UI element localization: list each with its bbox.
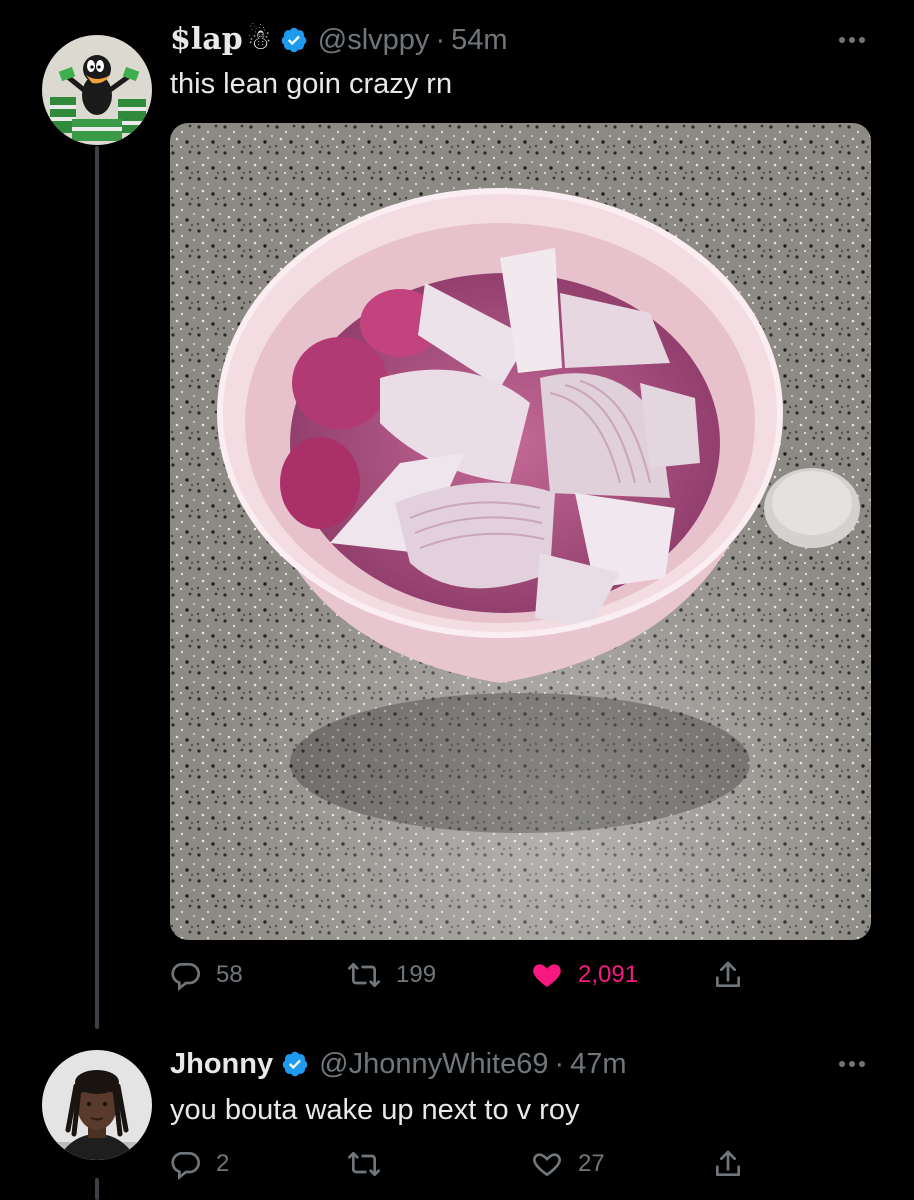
user-handle[interactable]: @slvppy xyxy=(318,22,430,58)
user-handle[interactable]: @JhonnyWhite69 xyxy=(319,1046,548,1082)
retweet-icon xyxy=(348,1152,380,1176)
person-avatar[interactable] xyxy=(42,1050,152,1160)
like-count: 27 xyxy=(578,1150,605,1177)
tweet-header: $lap ☃ @slvppy · 54m xyxy=(170,22,508,58)
reply-count: 58 xyxy=(216,961,243,988)
snowman-emoji: ☃ xyxy=(246,23,272,56)
share-icon[interactable] xyxy=(712,1147,744,1181)
bowl-of-onions-photo[interactable] xyxy=(170,123,871,940)
tweet-text: this lean goin crazy rn xyxy=(170,68,453,100)
retweet-count: 199 xyxy=(396,961,437,988)
share-icon[interactable] xyxy=(712,958,744,992)
display-name[interactable]: Jhonny xyxy=(170,1046,273,1082)
verified-badge-icon xyxy=(281,27,307,53)
cartoon-duck-avatar[interactable] xyxy=(42,35,152,145)
reply-icon xyxy=(171,1152,200,1180)
like-count: 2,091 xyxy=(578,961,639,988)
reply-action[interactable]: 2 xyxy=(170,1148,229,1180)
heart-outline-icon xyxy=(533,1153,561,1177)
thread-line xyxy=(95,146,99,1029)
tweet-header: Jhonny @JhonnyWhite69 · 47m xyxy=(170,1046,627,1082)
thread-line-continue xyxy=(95,1178,99,1200)
reply-action[interactable]: 58 xyxy=(170,959,243,991)
separator-dot: · xyxy=(554,1048,565,1080)
more-options-icon[interactable] xyxy=(834,30,870,50)
reply-count: 2 xyxy=(216,1150,230,1177)
more-options-icon[interactable] xyxy=(834,1054,870,1074)
retweet-action[interactable]: 199 xyxy=(346,959,436,991)
tweet-text: you bouta wake up next to v roy xyxy=(170,1094,580,1126)
verified-badge-icon xyxy=(282,1051,308,1077)
reply-icon xyxy=(171,963,200,991)
separator-dot: · xyxy=(435,24,446,56)
retweet-action[interactable] xyxy=(346,1148,396,1180)
display-name[interactable]: $lap xyxy=(170,22,243,58)
heart-filled-icon xyxy=(533,964,561,987)
timestamp[interactable]: 54m xyxy=(451,22,507,58)
like-action[interactable]: 2,091 xyxy=(530,959,638,991)
like-action[interactable]: 27 xyxy=(530,1148,605,1180)
retweet-icon xyxy=(348,963,380,987)
timestamp[interactable]: 47m xyxy=(570,1046,626,1082)
